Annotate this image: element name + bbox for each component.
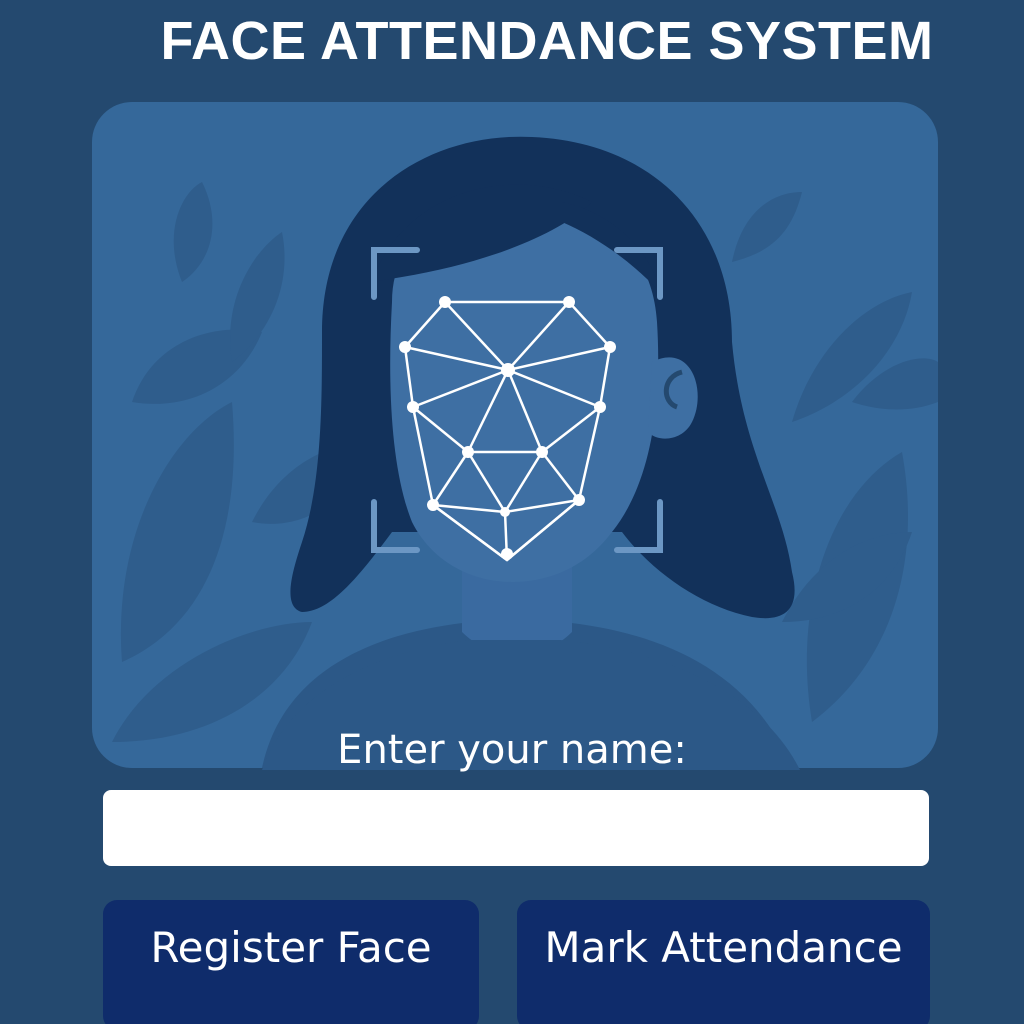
app-title: FACE ATTENDANCE SYSTEM <box>160 11 934 71</box>
mark-attendance-button[interactable]: Mark Attendance <box>517 900 930 1024</box>
face-attendance-app: FACE ATTENDANCE SYSTEM Enter your name: … <box>0 0 1024 1024</box>
name-label: Enter your name: <box>337 727 687 773</box>
name-input[interactable] <box>103 790 929 866</box>
register-face-button[interactable]: Register Face <box>103 900 479 1024</box>
illustration-panel <box>92 102 938 768</box>
face-scan-illustration <box>112 136 938 768</box>
